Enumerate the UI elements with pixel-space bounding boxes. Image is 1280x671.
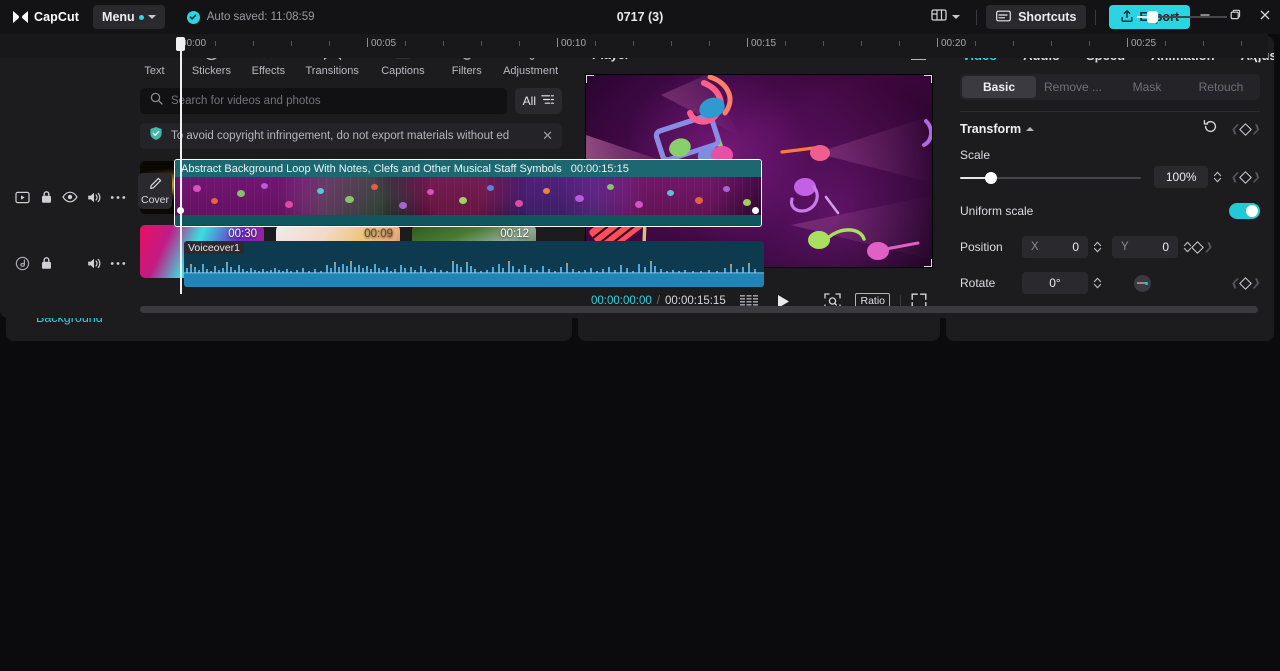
capcut-editor-window: CapCut Menu Auto saved: 11:08:59 0717 (3…	[0, 0, 1280, 671]
timeline-audio-clip[interactable]: Voiceover1	[184, 241, 764, 287]
export-icon	[1120, 9, 1134, 26]
close-button[interactable]	[1250, 0, 1280, 34]
layout-button[interactable]	[924, 8, 967, 27]
capcut-logo-icon	[12, 10, 29, 24]
app-logo: CapCut	[12, 10, 79, 24]
slider-knob[interactable]	[1147, 11, 1158, 23]
lock-icon[interactable]	[34, 251, 58, 275]
ruler-major-tick	[367, 38, 368, 47]
ruler-label: 00:20	[941, 38, 967, 49]
shortcuts-button[interactable]: Shortcuts	[986, 5, 1087, 29]
more-icon[interactable]	[106, 185, 130, 209]
cover-pencil-icon	[149, 177, 162, 193]
menu-label: Menu	[102, 10, 135, 24]
audio-track-header	[0, 243, 132, 283]
check-circle-icon	[186, 10, 200, 24]
ruler-major-tick	[937, 38, 938, 47]
lock-icon[interactable]	[34, 185, 58, 209]
ruler-major-tick	[1127, 38, 1128, 47]
ruler-label: 00:25	[1131, 38, 1157, 49]
clip-trim-handle-right[interactable]	[752, 207, 759, 214]
timeline-ruler[interactable]: 00:00 00:05 00:10 00:15 00:20 00:25	[0, 34, 1268, 58]
track-header-column	[0, 58, 132, 318]
volume-icon[interactable]	[82, 185, 106, 209]
autosave-status: Auto saved: 11:08:59	[186, 10, 315, 24]
chevron-down-icon	[147, 15, 156, 19]
volume-icon[interactable]	[82, 251, 106, 275]
eye-icon[interactable]	[58, 185, 82, 209]
chevron-down-icon	[952, 15, 961, 19]
layout-icon	[931, 8, 947, 27]
keyboard-icon	[996, 10, 1011, 25]
close-icon	[1259, 8, 1271, 26]
audio-clip-title: Voiceover1	[184, 241, 764, 255]
timeline-horizontal-scrollbar[interactable]	[140, 306, 1258, 313]
audio-waveform	[184, 261, 764, 287]
divider	[976, 9, 978, 25]
audio-track-icon[interactable]	[10, 251, 34, 275]
more-icon[interactable]	[106, 251, 130, 275]
timeline-video-clip[interactable]: Abstract Background Loop With Notes, Cle…	[174, 159, 762, 227]
timeline-panel: 00:00 00:05 00:10 00:15 00:20 00:25 Cove…	[0, 0, 1268, 318]
maximize-icon	[1229, 8, 1241, 26]
autosave-text: Auto saved: 11:08:59	[206, 11, 315, 23]
audio-clip-name: Voiceover1	[184, 242, 244, 254]
clip-duration: 00:00:15:15	[570, 162, 629, 175]
ruler-major-tick	[557, 38, 558, 47]
video-track-icon[interactable]	[10, 185, 34, 209]
ruler-major-tick	[747, 38, 748, 47]
shortcuts-label: Shortcuts	[1018, 10, 1077, 24]
timeline-zoom-slider[interactable]	[1137, 10, 1227, 24]
app-name: CapCut	[34, 10, 80, 24]
menu-badge-dot	[138, 14, 144, 20]
title-bar: CapCut Menu Auto saved: 11:08:59 0717 (3…	[0, 0, 1280, 34]
playhead-line	[180, 49, 182, 294]
clip-title-bar: Abstract Background Loop With Notes, Cle…	[175, 160, 761, 177]
clip-name: Abstract Background Loop With Notes, Cle…	[181, 162, 562, 175]
divider	[1095, 9, 1097, 25]
cover-button[interactable]: Cover	[138, 173, 172, 209]
clip-filmstrip	[175, 177, 761, 215]
cover-label: Cover	[140, 193, 169, 206]
clip-footer	[175, 215, 761, 225]
menu-button[interactable]: Menu	[93, 5, 165, 29]
ruler-label: 00:05	[371, 38, 397, 49]
video-track-header	[0, 177, 132, 217]
ruler-label: 00:10	[561, 38, 587, 49]
ruler-label: 00:15	[751, 38, 777, 49]
timeline-body: 00:00 00:05 00:10 00:15 00:20 00:25 Cove…	[0, 34, 1268, 318]
